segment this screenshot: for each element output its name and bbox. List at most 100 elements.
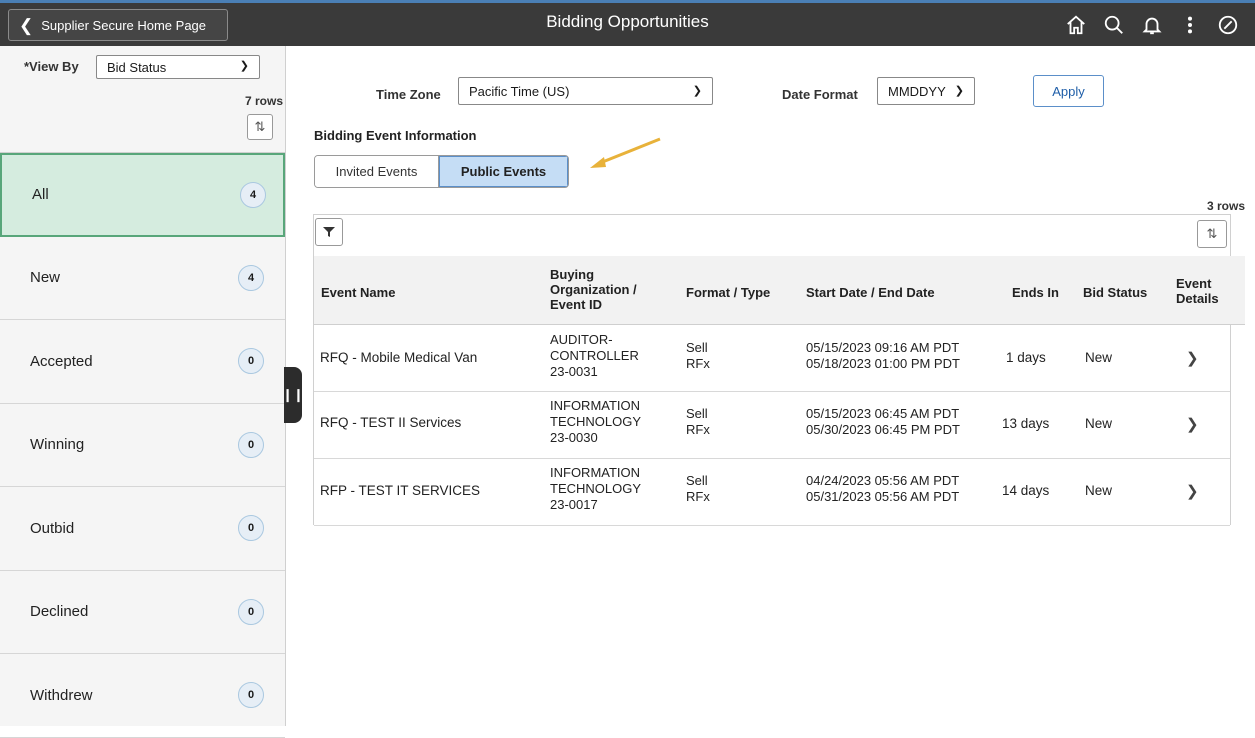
list-item-label: Outbid bbox=[30, 519, 75, 537]
table-header: Event Name Buying Organization / Event I… bbox=[314, 256, 1245, 325]
chevron-left-icon: ❮ bbox=[19, 15, 34, 35]
sort-icon: ⇅ bbox=[1206, 226, 1218, 241]
collapse-panel-handle[interactable]: ❙❙ bbox=[282, 367, 304, 423]
count-badge: 4 bbox=[240, 181, 266, 208]
list-item-all[interactable]: All 4 bbox=[0, 153, 285, 237]
format: Sell bbox=[686, 340, 708, 355]
event-name: RFP - TEST IT SERVICES bbox=[320, 483, 481, 498]
view-by-select[interactable]: Bid Status ❯ bbox=[96, 55, 260, 79]
filter-button[interactable] bbox=[315, 218, 343, 246]
chevron-down-icon: ❯ bbox=[954, 85, 964, 97]
list-item-withdrew[interactable]: Withdrew 0 bbox=[0, 654, 285, 738]
top-banner: ❮ Supplier Secure Home Page Bidding Oppo… bbox=[0, 0, 1255, 46]
format-type: Sell RFx bbox=[686, 340, 710, 372]
header-line: Buying bbox=[550, 267, 595, 282]
type: RFx bbox=[686, 422, 710, 437]
list-item-label: Withdrew bbox=[30, 686, 93, 704]
count-badge: 4 bbox=[238, 264, 264, 291]
left-sort-button[interactable]: ⇅ bbox=[247, 114, 273, 140]
buying-organization: AUDITOR- CONTROLLER 23-0031 bbox=[550, 332, 639, 380]
event-id: 23-0030 bbox=[550, 430, 598, 445]
header-line: Event bbox=[1176, 276, 1212, 291]
table-row[interactable]: RFP - TEST IT SERVICES INFORMATION TECHN… bbox=[314, 459, 1230, 526]
bid-status: New bbox=[1085, 483, 1113, 498]
count-badge: 0 bbox=[238, 682, 264, 709]
date-format-select[interactable]: MMDDYY ❯ bbox=[877, 77, 975, 105]
time-zone-value: Pacific Time (US) bbox=[469, 83, 570, 99]
org-line: CONTROLLER bbox=[550, 348, 639, 363]
compass-icon[interactable] bbox=[1209, 9, 1247, 41]
chevron-right-icon[interactable]: ❯ bbox=[1186, 349, 1199, 367]
back-button-label: Supplier Secure Home Page bbox=[41, 17, 207, 33]
left-row-count: 7 rows bbox=[244, 94, 283, 108]
buying-organization: INFORMATION TECHNOLOGY 23-0017 bbox=[550, 465, 641, 513]
list-item-outbid[interactable]: Outbid 0 bbox=[0, 487, 285, 571]
bid-status: New bbox=[1085, 416, 1113, 431]
bell-icon[interactable] bbox=[1133, 9, 1171, 41]
dates: 05/15/2023 06:45 AM PDT 05/30/2023 06:45… bbox=[806, 406, 960, 438]
ends-in: 1 days bbox=[1006, 350, 1046, 365]
table-row[interactable]: RFQ - TEST II Services INFORMATION TECHN… bbox=[314, 392, 1230, 459]
format: Sell bbox=[686, 473, 708, 488]
chevron-right-icon[interactable]: ❯ bbox=[1186, 415, 1199, 433]
view-by-label: *View By bbox=[24, 59, 79, 74]
col-ends-in[interactable]: Ends In bbox=[1012, 285, 1059, 300]
event-type-toggle: Invited Events Public Events bbox=[314, 155, 569, 188]
date-format-value: MMDDYY bbox=[888, 83, 946, 99]
annotation-arrow-icon bbox=[590, 137, 661, 168]
list-item-label: Declined bbox=[30, 603, 89, 621]
org-line: INFORMATION bbox=[550, 465, 641, 480]
grid-sort-button[interactable]: ⇅ bbox=[1197, 220, 1227, 248]
col-bid-status[interactable]: Bid Status bbox=[1083, 285, 1147, 300]
org-line: AUDITOR- bbox=[550, 332, 613, 347]
end-date: 05/31/2023 05:56 AM PDT bbox=[806, 489, 960, 504]
home-icon[interactable] bbox=[1057, 9, 1095, 41]
end-date: 05/30/2023 06:45 PM PDT bbox=[806, 422, 960, 437]
pause-bars-icon: ❙❙ bbox=[282, 387, 304, 402]
col-event-name[interactable]: Event Name bbox=[321, 285, 395, 300]
list-item-declined[interactable]: Declined 0 bbox=[0, 571, 285, 654]
header-line: Organization / bbox=[550, 282, 637, 297]
list-item-label: Accepted bbox=[30, 352, 93, 370]
dates: 04/24/2023 05:56 AM PDT 05/31/2023 05:56… bbox=[806, 473, 959, 505]
date-format-label: Date Format bbox=[782, 87, 858, 102]
type: RFx bbox=[686, 356, 710, 371]
more-vertical-icon[interactable] bbox=[1171, 9, 1209, 41]
table-row[interactable]: RFQ - Mobile Medical Van AUDITOR- CONTRO… bbox=[314, 325, 1230, 392]
list-item-label: Winning bbox=[30, 436, 85, 454]
tab-public-events[interactable]: Public Events bbox=[439, 156, 568, 187]
dates: 05/15/2023 09:16 AM PDT 05/18/2023 01:00… bbox=[806, 340, 960, 372]
list-item-label: New bbox=[30, 269, 61, 287]
org-line: INFORMATION bbox=[550, 398, 641, 413]
count-badge: 0 bbox=[238, 598, 264, 625]
col-start-end-date[interactable]: Start Date / End Date bbox=[806, 285, 935, 300]
apply-button[interactable]: Apply bbox=[1033, 75, 1104, 107]
list-item-accepted[interactable]: Accepted 0 bbox=[0, 320, 285, 404]
org-line: TECHNOLOGY bbox=[550, 414, 642, 429]
chevron-right-icon[interactable]: ❯ bbox=[1186, 482, 1199, 500]
end-date: 05/18/2023 01:00 PM PDT bbox=[806, 356, 960, 371]
type: RFx bbox=[686, 489, 710, 504]
time-zone-select[interactable]: Pacific Time (US) ❯ bbox=[458, 77, 713, 105]
col-buying-organization[interactable]: Buying Organization / Event ID bbox=[550, 267, 637, 312]
event-id: 23-0017 bbox=[550, 497, 598, 512]
format: Sell bbox=[686, 406, 708, 421]
chevron-down-icon: ❯ bbox=[692, 85, 702, 97]
filter-icon bbox=[323, 227, 335, 237]
start-date: 05/15/2023 06:45 AM PDT bbox=[806, 406, 960, 421]
list-item-new[interactable]: New 4 bbox=[0, 237, 285, 320]
col-format-type[interactable]: Format / Type bbox=[686, 285, 770, 300]
ends-in: 14 days bbox=[1002, 483, 1050, 498]
list-item-label: All bbox=[32, 186, 49, 204]
event-id: 23-0031 bbox=[550, 364, 598, 379]
col-event-details[interactable]: Event Details bbox=[1176, 276, 1219, 306]
ends-in: 13 days bbox=[1002, 416, 1050, 431]
count-badge: 0 bbox=[238, 348, 264, 375]
search-icon[interactable] bbox=[1095, 9, 1133, 41]
bid-status: New bbox=[1085, 350, 1113, 365]
event-name: RFQ - Mobile Medical Van bbox=[320, 350, 478, 365]
back-button[interactable]: ❮ Supplier Secure Home Page bbox=[8, 9, 228, 41]
tab-invited-events[interactable]: Invited Events bbox=[315, 156, 439, 187]
org-line: TECHNOLOGY bbox=[550, 481, 642, 496]
list-item-winning[interactable]: Winning 0 bbox=[0, 404, 285, 487]
